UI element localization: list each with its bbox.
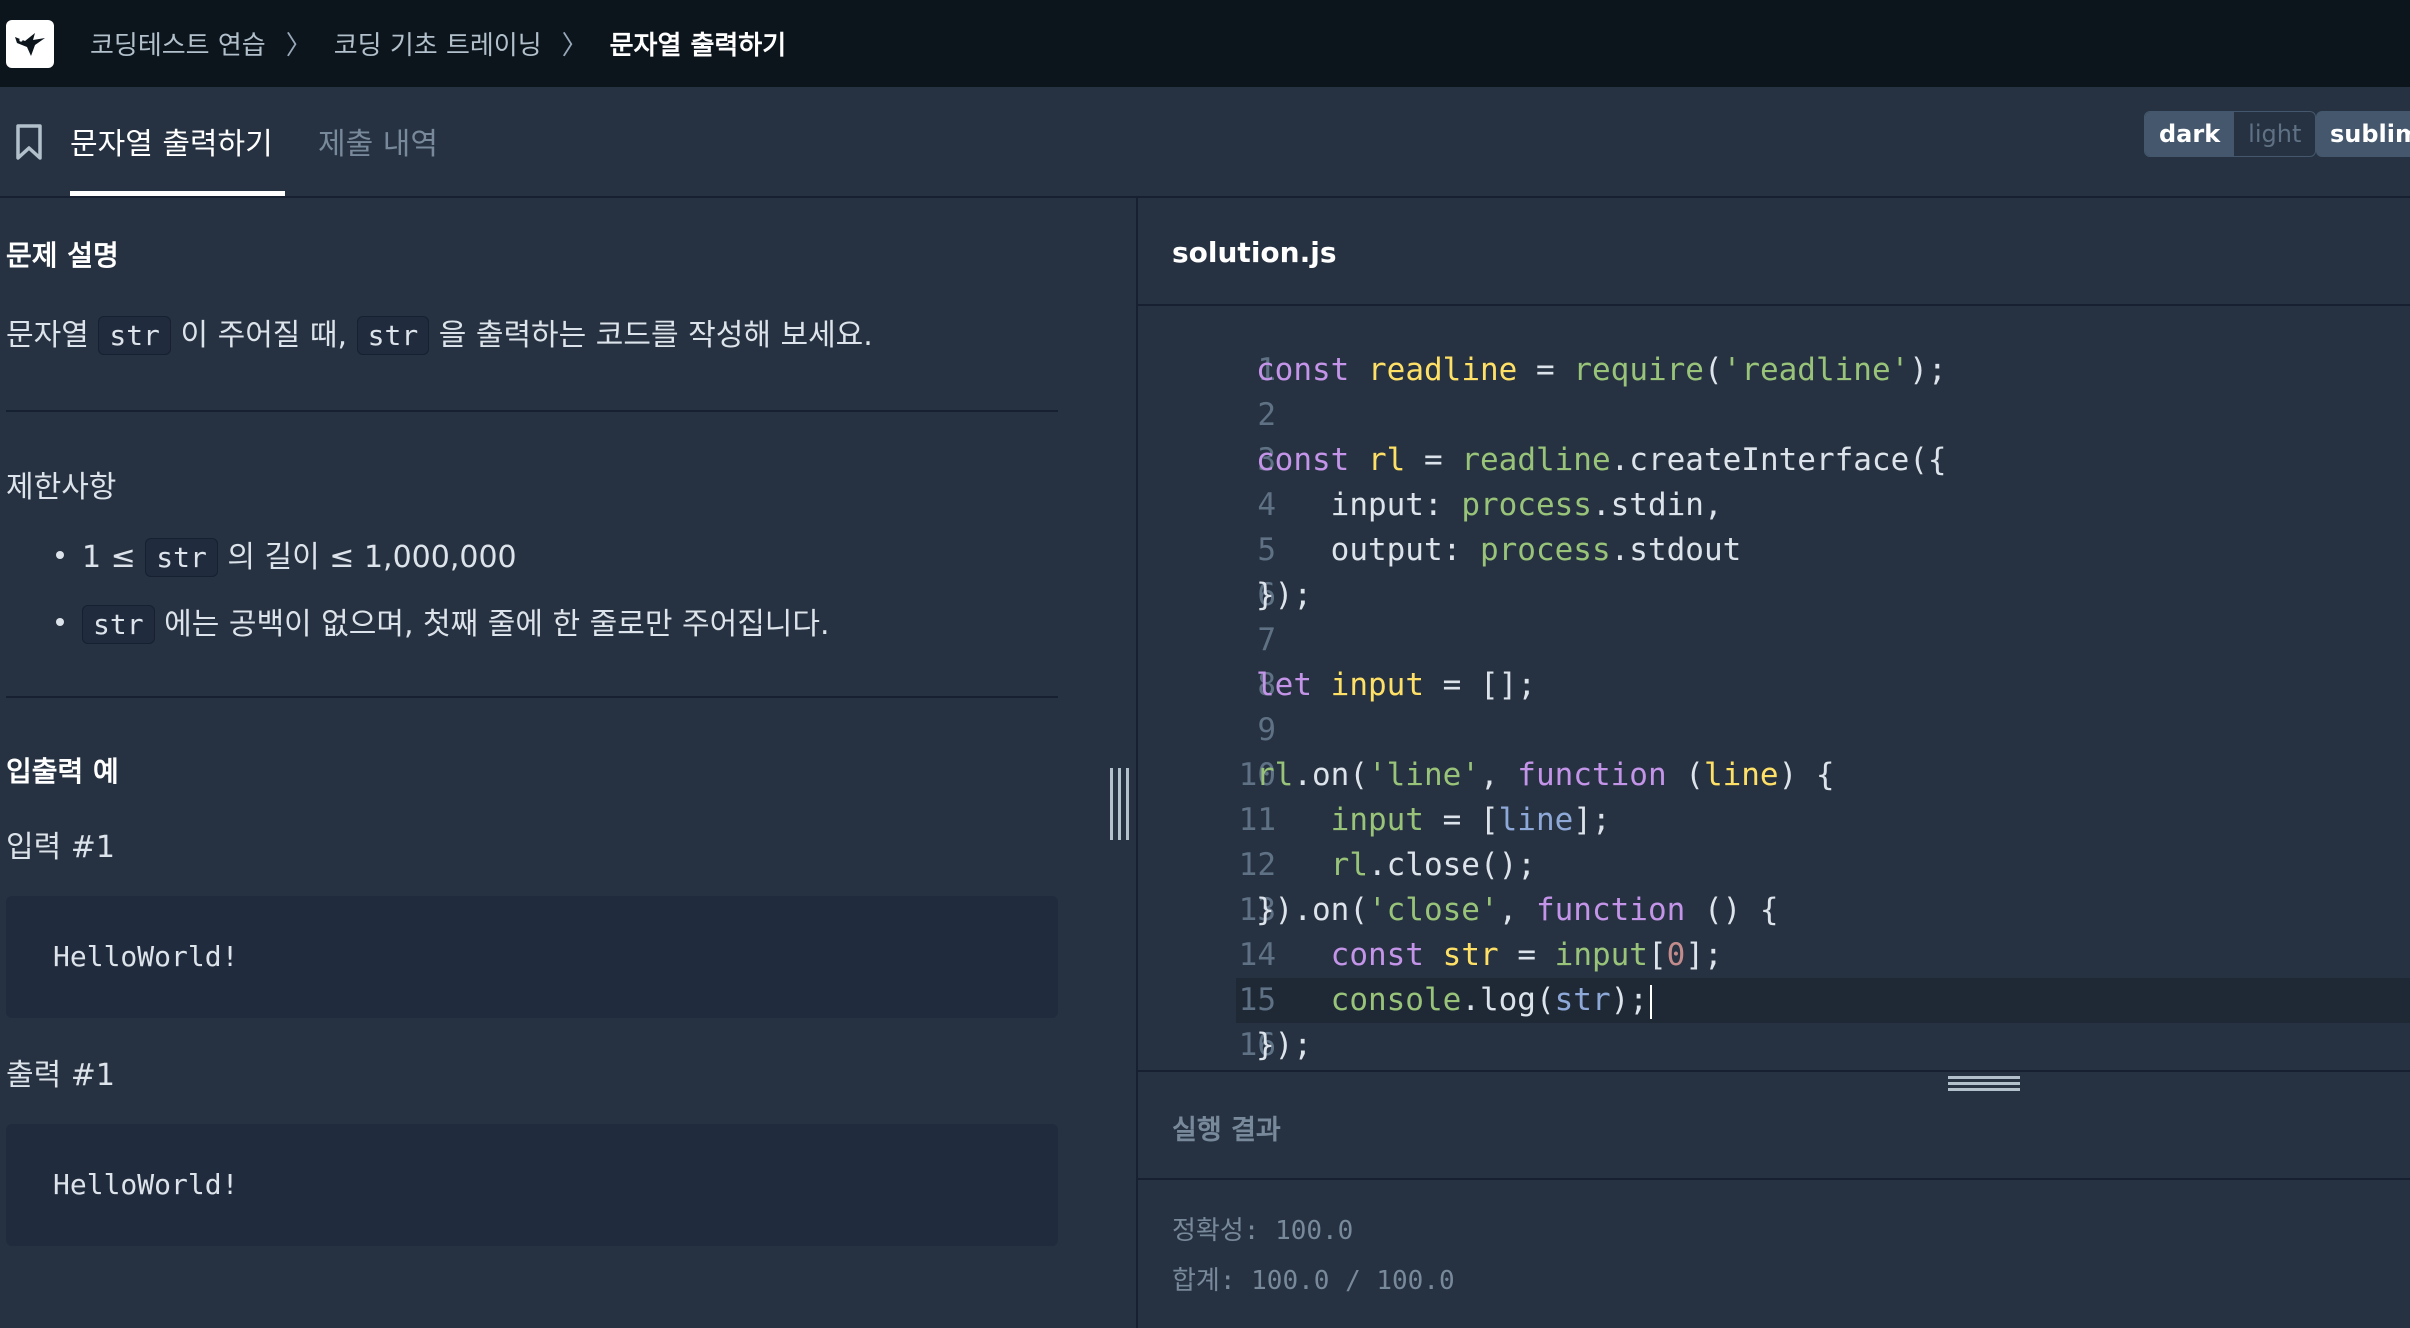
line-number: 7 bbox=[1257, 622, 1276, 658]
bookmark-icon[interactable] bbox=[14, 123, 44, 165]
limit-item: str 에는 공백이 없으며, 첫째 줄에 한 줄로만 주어집니다. bbox=[56, 599, 830, 644]
code-line[interactable]: 7 bbox=[1138, 618, 2410, 663]
code-line-current[interactable]: 15 console.log(str); bbox=[1138, 978, 2410, 1023]
code-line[interactable]: 16}); bbox=[1138, 1023, 2410, 1068]
top-nav: 코딩테스트 연습 〉 코딩 기초 트레이닝 〉 문자열 출력하기 bbox=[0, 0, 2410, 87]
code-line[interactable]: 11 input = [line]; bbox=[1138, 798, 2410, 843]
text-cursor bbox=[1649, 984, 1652, 1019]
input-example: HelloWorld! bbox=[6, 896, 1058, 1018]
code-line[interactable]: 1 const readline = require('readline'); bbox=[1138, 348, 2410, 393]
theme-light-button[interactable]: light bbox=[2234, 112, 2315, 156]
desc-text: 문자열 bbox=[6, 318, 99, 353]
result-header: 실행 결과 bbox=[1138, 1070, 2410, 1180]
result-accuracy: 정확성: 100.0 bbox=[1172, 1216, 1354, 1246]
limit-text: 1 ≤ bbox=[82, 540, 146, 575]
divider bbox=[6, 410, 1058, 412]
breadcrumb: 코딩테스트 연습 〉 코딩 기초 트레이닝 〉 문자열 출력하기 bbox=[90, 25, 786, 62]
problem-panel: 문제 설명 문자열 str 이 주어질 때, str 을 출력하는 코드를 작성… bbox=[0, 198, 1136, 1328]
io-heading: 입출력 예 bbox=[6, 755, 119, 788]
code-line[interactable]: 10 rl.on('line', function (line) { bbox=[1138, 753, 2410, 798]
programmers-logo-icon[interactable] bbox=[6, 19, 54, 68]
horizontal-splitter-handle[interactable] bbox=[1948, 1076, 2020, 1096]
desc-text: 을 출력하는 코드를 작성해 보세요. bbox=[429, 318, 873, 353]
limit-item: 1 ≤ str 의 길이 ≤ 1,000,000 bbox=[56, 532, 517, 577]
line-number: 2 bbox=[1257, 397, 1276, 433]
line-number: 9 bbox=[1257, 712, 1276, 748]
code-line[interactable]: 3 const rl = readline.createInterface({ bbox=[1138, 438, 2410, 483]
inline-code: str bbox=[145, 538, 218, 577]
active-tab-indicator bbox=[70, 191, 285, 196]
theme-dark-button[interactable]: dark bbox=[2145, 112, 2235, 156]
breadcrumb-separator: 〉 bbox=[561, 31, 588, 61]
bullet bbox=[56, 550, 64, 559]
desc-text: 이 주어질 때, bbox=[170, 318, 357, 353]
breadcrumb-current-problem: 문자열 출력하기 bbox=[609, 31, 787, 61]
inline-code: str bbox=[356, 316, 430, 355]
code-line[interactable]: 12 rl.close(); bbox=[1138, 843, 2410, 888]
divider bbox=[6, 696, 1058, 698]
editor-theme-button[interactable]: sublime bbox=[2316, 111, 2410, 157]
input-label: 입력 #1 bbox=[6, 830, 115, 865]
code-line[interactable]: 6}); bbox=[1138, 573, 2410, 618]
breadcrumb-coding-test[interactable]: 코딩테스트 연습 bbox=[90, 25, 266, 62]
limit-text: 의 길이 ≤ 1,000,000 bbox=[217, 540, 517, 575]
problem-heading: 문제 설명 bbox=[6, 239, 119, 272]
output-example: HelloWorld! bbox=[6, 1124, 1058, 1246]
breadcrumb-separator: 〉 bbox=[285, 31, 312, 61]
code-line[interactable]: 14 const str = input[0]; bbox=[1138, 933, 2410, 978]
limits-heading: 제한사항 bbox=[6, 470, 117, 505]
inline-code: str bbox=[82, 605, 155, 644]
tab-submissions[interactable]: 제출 내역 bbox=[318, 119, 438, 163]
breadcrumb-basic-training[interactable]: 코딩 기초 트레이닝 bbox=[334, 25, 542, 62]
editor-header: solution.js bbox=[1138, 198, 2410, 306]
theme-toggle: dark light bbox=[2144, 111, 2317, 157]
problem-description: 문자열 str 이 주어질 때, str 을 출력하는 코드를 작성해 보세요. bbox=[6, 310, 873, 355]
code-line[interactable]: 9 bbox=[1138, 708, 2410, 753]
bullet bbox=[56, 617, 64, 626]
tab-bar: 문자열 출력하기 제출 내역 dark light sublime bbox=[0, 87, 2410, 198]
output-label: 출력 #1 bbox=[6, 1058, 115, 1093]
code-line[interactable]: 8 let input = []; bbox=[1138, 663, 2410, 708]
inline-code: str bbox=[98, 316, 171, 355]
code-line[interactable]: 2 bbox=[1138, 393, 2410, 438]
limit-text: 에는 공백이 없으며, 첫째 줄에 한 줄로만 주어집니다. bbox=[154, 607, 830, 642]
code-line[interactable]: 5 output: process.stdout bbox=[1138, 528, 2410, 573]
vertical-splitter-handle[interactable] bbox=[1110, 768, 1130, 840]
editor-panel: solution.js 1 const readline = require('r… bbox=[1136, 198, 2410, 1328]
file-name: solution.js bbox=[1172, 236, 1337, 269]
code-line[interactable]: 4 input: process.stdin, bbox=[1138, 483, 2410, 528]
tab-problem[interactable]: 문자열 출력하기 bbox=[70, 119, 273, 163]
code-line[interactable]: 13}).on('close', function () { bbox=[1138, 888, 2410, 933]
result-title: 실행 결과 bbox=[1172, 1115, 1281, 1146]
result-total: 합계: 100.0 / 100.0 bbox=[1172, 1266, 1455, 1296]
